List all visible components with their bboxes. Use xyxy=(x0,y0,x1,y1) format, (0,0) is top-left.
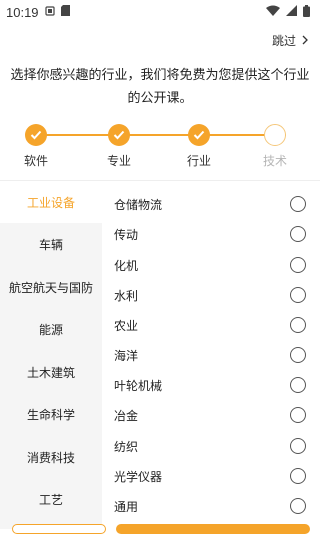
option-row[interactable]: 传动 xyxy=(102,219,320,249)
skip-button[interactable]: 跳过 xyxy=(272,32,308,49)
sidebar-item-label: 工艺 xyxy=(38,492,63,507)
sidebar-item-label: 生命科学 xyxy=(26,407,75,422)
step-4-label: 技术 xyxy=(262,154,288,168)
stepper-line xyxy=(46,134,286,136)
step-3-label: 行业 xyxy=(186,154,212,168)
headline-line-2: 的公开课。 xyxy=(127,91,193,106)
radio-button[interactable] xyxy=(290,257,306,273)
sd-card-icon xyxy=(60,5,70,19)
option-label: 农业 xyxy=(114,318,139,333)
radio-button[interactable] xyxy=(290,317,306,333)
progress-stepper: 软件 专业 行业 技术 xyxy=(0,122,320,172)
sidebar-item-energy[interactable]: 能源 xyxy=(0,308,102,350)
next-button[interactable] xyxy=(116,524,310,534)
sidebar-item-consumer-tech[interactable]: 消费科技 xyxy=(0,436,102,478)
category-sidebar: 工业设备 车辆 航空航天与国防 能源 土木建筑 生命科学 消费科技 工艺 xyxy=(0,181,102,529)
status-time: 10:19 xyxy=(6,4,39,20)
radio-button[interactable] xyxy=(290,438,306,454)
option-row[interactable]: 冶金 xyxy=(102,400,320,430)
option-label: 光学仪器 xyxy=(114,469,163,484)
step-4-circle xyxy=(264,124,286,146)
option-label: 传动 xyxy=(114,227,139,242)
chevron-right-icon xyxy=(302,34,308,48)
status-right xyxy=(266,4,310,20)
radio-button[interactable] xyxy=(290,377,306,393)
option-label: 仓储物流 xyxy=(114,197,163,212)
headline-line-1: 选择你感兴趣的行业，我们将免费为您提供这个行业 xyxy=(10,68,310,83)
sidebar-item-vehicles[interactable]: 车辆 xyxy=(0,223,102,265)
battery-icon xyxy=(303,4,310,20)
radio-button[interactable] xyxy=(290,407,306,423)
status-bar: 10:19 xyxy=(0,0,320,24)
sidebar-item-label: 工业设备 xyxy=(26,195,75,210)
radio-button[interactable] xyxy=(290,347,306,363)
sidebar-item-aerospace-defense[interactable]: 航空航天与国防 xyxy=(0,266,102,308)
sidebar-item-label: 航空航天与国防 xyxy=(8,280,93,295)
radio-button[interactable] xyxy=(290,196,306,212)
option-row[interactable]: 纺织 xyxy=(102,431,320,461)
signal-icon xyxy=(286,5,297,19)
radio-button[interactable] xyxy=(290,498,306,514)
radio-button[interactable] xyxy=(290,226,306,242)
option-row[interactable]: 叶轮机械 xyxy=(102,370,320,400)
sidebar-item-life-sciences[interactable]: 生命科学 xyxy=(0,393,102,435)
option-row[interactable]: 仓储物流 xyxy=(102,189,320,219)
radio-button[interactable] xyxy=(290,468,306,484)
option-row[interactable]: 化机 xyxy=(102,250,320,280)
skip-label: 跳过 xyxy=(271,34,296,48)
option-label: 叶轮机械 xyxy=(114,378,163,393)
sidebar-item-label: 消费科技 xyxy=(26,450,75,465)
step-2-label: 专业 xyxy=(106,154,132,168)
radio-button[interactable] xyxy=(290,287,306,303)
sidebar-item-label: 车辆 xyxy=(38,237,63,252)
step-2-check-icon xyxy=(108,124,130,146)
sidebar-item-label: 土木建筑 xyxy=(26,365,75,380)
option-label: 冶金 xyxy=(114,408,139,423)
option-label: 纺织 xyxy=(114,439,139,454)
option-row[interactable]: 海洋 xyxy=(102,340,320,370)
option-label: 化机 xyxy=(114,258,139,273)
step-3-check-icon xyxy=(188,124,210,146)
option-label: 水利 xyxy=(114,288,139,303)
option-row[interactable]: 光学仪器 xyxy=(102,461,320,491)
step-1-label: 软件 xyxy=(23,154,49,168)
option-row[interactable]: 水利 xyxy=(102,280,320,310)
wifi-icon xyxy=(266,5,280,19)
sidebar-item-industrial-equipment[interactable]: 工业设备 xyxy=(0,181,102,223)
industry-options-list: 仓储物流 传动 化机 水利 农业 海洋 叶轮机械 冶金 纺织 光学仪器 通用 xyxy=(102,181,320,529)
step-1-check-icon xyxy=(25,124,47,146)
option-label: 海洋 xyxy=(114,348,139,363)
option-label: 通用 xyxy=(114,499,139,514)
sidebar-item-civil-engineering[interactable]: 土木建筑 xyxy=(0,351,102,393)
page-headline: 选择你感兴趣的行业，我们将免费为您提供这个行业 的公开课。 xyxy=(10,64,310,110)
sidebar-item-process[interactable]: 工艺 xyxy=(0,478,102,520)
notification-icon xyxy=(44,5,55,19)
status-left: 10:19 xyxy=(6,5,70,20)
previous-button[interactable] xyxy=(12,524,106,534)
sidebar-item-label: 能源 xyxy=(38,322,63,337)
option-row[interactable]: 通用 xyxy=(102,491,320,521)
option-row[interactable]: 农业 xyxy=(102,310,320,340)
